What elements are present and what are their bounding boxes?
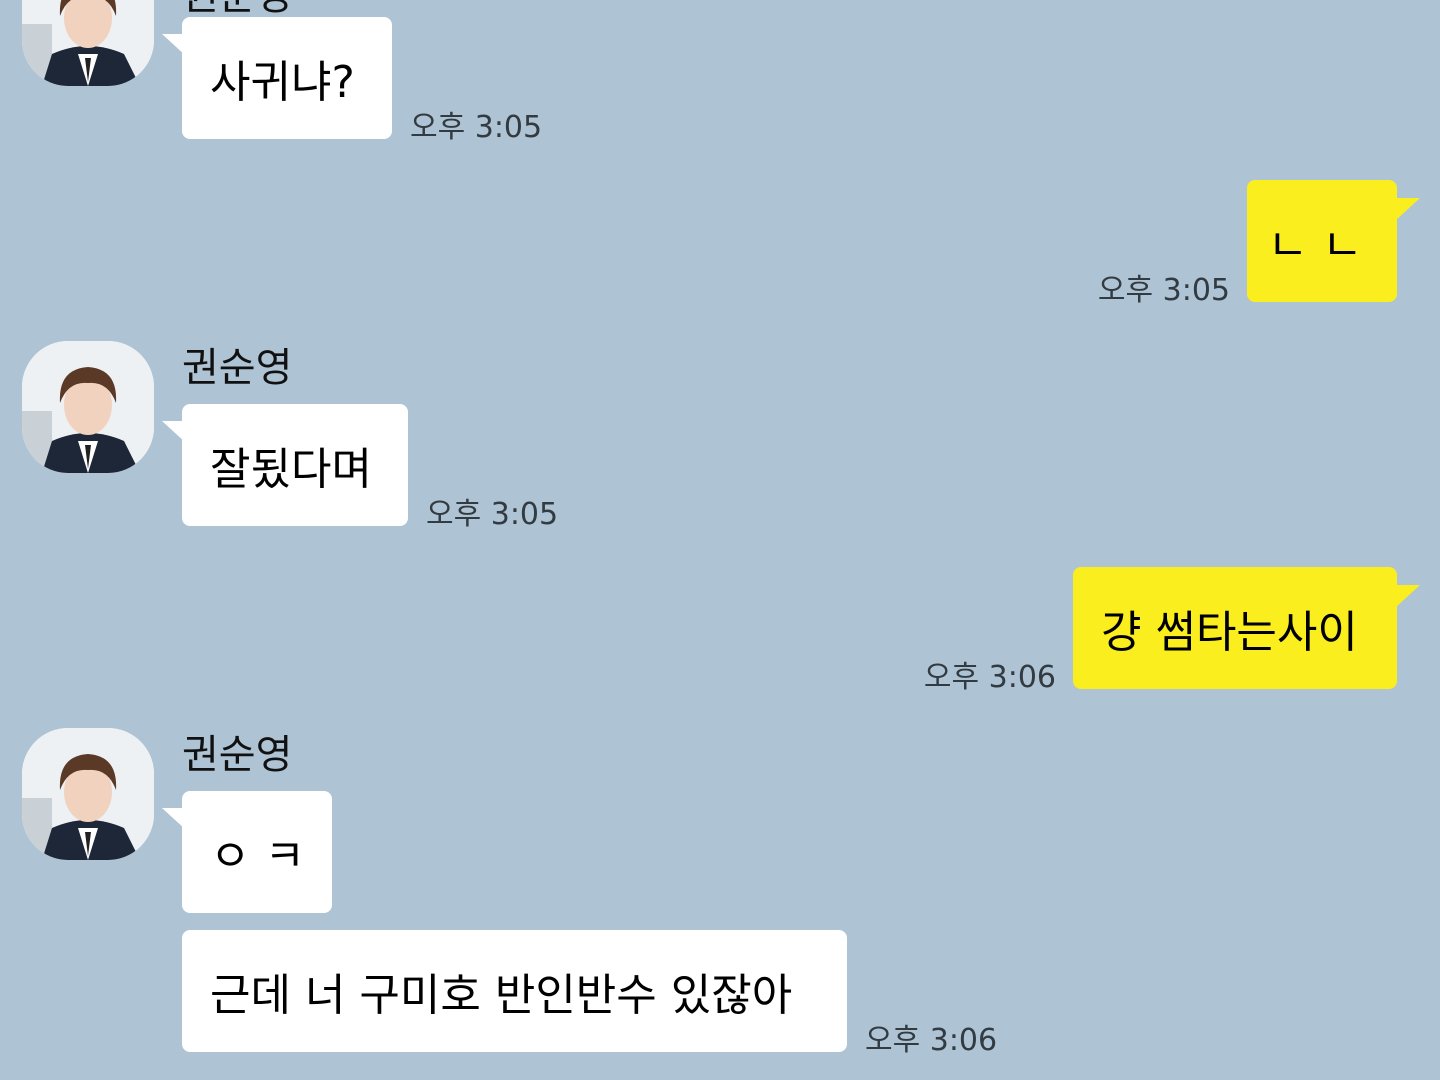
- message-text: 사귀냐?: [210, 57, 355, 108]
- profile-photo-icon: [22, 728, 154, 860]
- message-time: 오후 3:06: [865, 1023, 998, 1058]
- incoming-message[interactable]: 근데 너 구미호 반인반수 있잖아: [182, 930, 847, 1052]
- contact-avatar[interactable]: [22, 728, 154, 860]
- profile-photo-icon: [22, 0, 154, 86]
- message-text: 걍 썸타는사이: [1101, 607, 1358, 658]
- message-time: 오후 3:05: [426, 497, 559, 532]
- bubble-tail: [1396, 585, 1420, 607]
- message-text: ㄴㄴ: [1267, 220, 1377, 271]
- outgoing-message[interactable]: 걍 썸타는사이: [1073, 567, 1397, 689]
- message-time: 오후 3:06: [923, 660, 1056, 695]
- contact-name: 권순영: [182, 732, 293, 778]
- incoming-message[interactable]: 사귀냐?: [182, 17, 392, 139]
- contact-avatar[interactable]: [22, 0, 154, 86]
- message-time: 오후 3:05: [1097, 273, 1230, 308]
- incoming-message[interactable]: ㅇㅋ: [182, 791, 332, 913]
- message-text: ㅇㅋ: [210, 831, 319, 882]
- contact-avatar[interactable]: [22, 341, 154, 473]
- bubble-tail: [1396, 198, 1420, 220]
- incoming-message[interactable]: 잘됬다며: [182, 404, 408, 526]
- profile-photo-icon: [22, 341, 154, 473]
- message-time: 오후 3:05: [410, 110, 543, 145]
- outgoing-message[interactable]: ㄴㄴ: [1247, 180, 1397, 302]
- message-text: 잘됬다며: [210, 444, 372, 495]
- message-text: 근데 너 구미호 반인반수 있잖아: [210, 970, 793, 1021]
- contact-name: 권순영: [182, 345, 293, 391]
